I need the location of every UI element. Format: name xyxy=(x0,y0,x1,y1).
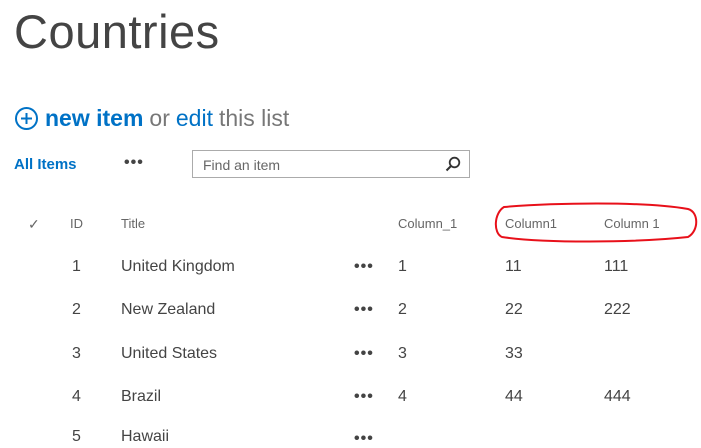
magnifier-icon[interactable] xyxy=(445,156,461,172)
column-header-title[interactable]: Title xyxy=(121,216,145,231)
row-column-underscore-1: 4 xyxy=(398,388,407,405)
row-column1: 44 xyxy=(505,388,523,405)
row-column1: 33 xyxy=(505,345,523,362)
column-header-column-underscore-1[interactable]: Column_1 xyxy=(398,216,457,231)
row-id: 5 xyxy=(72,428,81,445)
row-id: 2 xyxy=(72,301,81,318)
row-column-space-1: 444 xyxy=(604,388,631,405)
view-selector-all-items[interactable]: All Items xyxy=(14,156,77,173)
search-input[interactable] xyxy=(201,155,435,175)
row-id: 1 xyxy=(72,258,81,275)
row-column-space-1: 222 xyxy=(604,301,631,318)
row-title[interactable]: United Kingdom xyxy=(121,258,235,276)
select-all-checkmark-icon[interactable]: ✓ xyxy=(28,216,40,233)
red-annotation-circle xyxy=(494,202,698,243)
this-list-text: this list xyxy=(218,104,290,131)
row-column-underscore-1: 3 xyxy=(398,345,407,362)
or-text: or xyxy=(149,104,170,131)
row-id: 4 xyxy=(72,388,81,405)
row-column-underscore-1: 2 xyxy=(398,301,407,318)
page-title: Countries xyxy=(14,5,220,58)
row-title[interactable]: United States xyxy=(121,345,217,363)
row-ellipsis-menu[interactable]: ••• xyxy=(354,258,374,276)
row-id: 3 xyxy=(72,345,81,362)
row-ellipsis-menu[interactable]: ••• xyxy=(354,345,374,363)
view-options-ellipsis[interactable]: ••• xyxy=(124,154,144,172)
row-title[interactable]: Hawaii xyxy=(121,428,169,446)
search-box xyxy=(192,150,470,178)
row-column1: 11 xyxy=(505,258,522,275)
new-item-bar: new item or edit this list xyxy=(14,102,289,134)
new-item-link[interactable]: new item xyxy=(45,105,143,132)
edit-list-link[interactable]: edit xyxy=(176,105,213,132)
row-title[interactable]: New Zealand xyxy=(121,301,215,319)
row-column1: 22 xyxy=(505,301,523,318)
plus-circle-icon[interactable] xyxy=(14,106,39,131)
row-title[interactable]: Brazil xyxy=(121,388,161,406)
row-ellipsis-menu[interactable]: ••• xyxy=(354,301,374,319)
row-column-underscore-1: 1 xyxy=(398,258,407,275)
row-column-space-1: 111 xyxy=(604,258,629,275)
row-ellipsis-menu[interactable]: ••• xyxy=(354,388,374,406)
column-header-id[interactable]: ID xyxy=(70,216,83,231)
row-ellipsis-menu[interactable]: ••• xyxy=(354,430,374,448)
